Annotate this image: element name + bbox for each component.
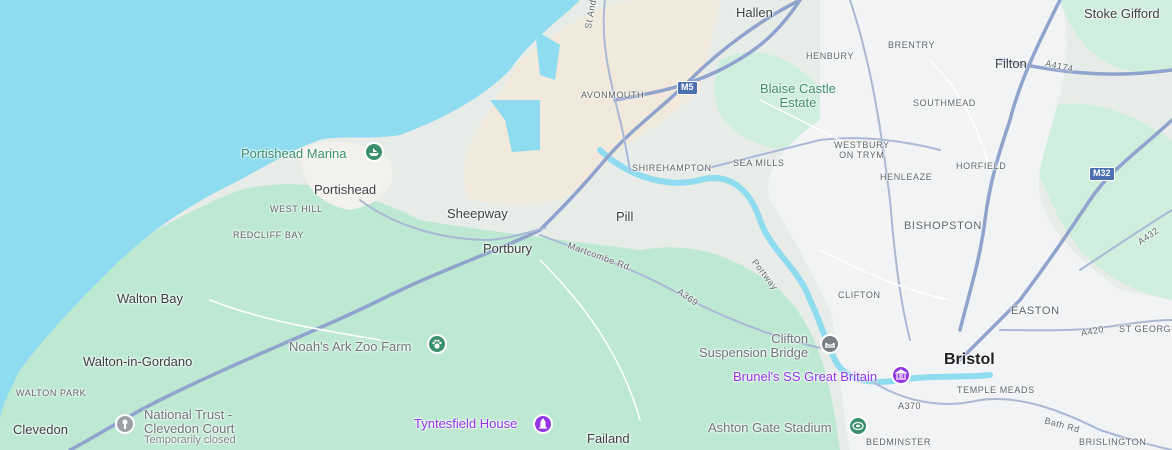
place-southmead: SOUTHMEAD <box>913 98 976 108</box>
place-avonmouth: AVONMOUTH <box>581 90 645 100</box>
poi-blaise-castle-label[interactable]: Blaise Castle Estate <box>760 82 836 109</box>
place-westbury-on-trym: WESTBURY ON TRYM <box>834 140 890 160</box>
place-walton-in-gordano: Walton-in-Gordano <box>83 354 193 369</box>
place-pill: Pill <box>616 209 634 224</box>
place-brislington: BRISLINGTON <box>1079 437 1147 447</box>
map-canvas[interactable]: Hallen Stoke Gifford Filton HENBURY BREN… <box>0 0 1172 450</box>
place-henleaze: HENLEAZE <box>880 172 933 182</box>
place-st-george: ST GEORGE <box>1119 324 1172 334</box>
museum-icon[interactable] <box>891 365 911 385</box>
place-portishead: Portishead <box>314 182 377 197</box>
poi-clifton-bridge-label[interactable]: Clifton Suspension Bridge <box>699 332 808 359</box>
road-a370: A370 <box>898 401 922 411</box>
place-temple-meads: TEMPLE MEADS <box>957 385 1035 395</box>
place-sheepway: Sheepway <box>447 206 508 221</box>
poi-ss-great-britain-label[interactable]: Brunel's SS Great Britain <box>733 370 877 383</box>
motorway-shield-m32: M32 <box>1089 167 1115 181</box>
poi-portishead-marina-label[interactable]: Portishead Marina <box>241 147 347 160</box>
paw-icon[interactable] <box>427 334 447 354</box>
boat-icon[interactable] <box>364 142 384 162</box>
motorway-shield-m5: M5 <box>677 81 698 95</box>
place-stoke-gifford: Stoke Gifford <box>1084 6 1160 21</box>
place-bishopston: BISHOPSTON <box>904 220 982 232</box>
place-filton: Filton <box>995 56 1027 71</box>
bridge-icon[interactable] <box>820 334 840 354</box>
place-walton-bay: Walton Bay <box>117 291 183 306</box>
poi-noahs-ark-label[interactable]: Noah's Ark Zoo Farm <box>289 340 411 353</box>
place-clevedon: Clevedon <box>13 422 68 437</box>
place-sea-mills: SEA MILLS <box>733 158 785 168</box>
place-brentry: BRENTRY <box>888 40 936 50</box>
place-failand: Failand <box>587 431 630 446</box>
place-portbury: Portbury <box>483 241 533 256</box>
place-shirehampton: SHIREHAMPTON <box>632 163 712 173</box>
poi-national-trust-status: Temporarily closed <box>144 434 236 446</box>
place-bristol: Bristol <box>944 351 995 368</box>
place-henbury: HENBURY <box>806 51 855 61</box>
national-trust-icon[interactable] <box>115 414 135 434</box>
place-west-hill: WEST HILL <box>270 204 323 214</box>
place-walton-park: WALTON PARK <box>16 388 87 398</box>
stadium-icon[interactable] <box>848 416 868 436</box>
poi-ashton-gate-label[interactable]: Ashton Gate Stadium <box>708 421 832 434</box>
place-clifton: CLIFTON <box>838 290 881 300</box>
poi-national-trust-label[interactable]: National Trust - Clevedon Court <box>144 408 234 435</box>
landmark-icon[interactable] <box>533 414 553 434</box>
place-bedminster: BEDMINSTER <box>866 437 932 447</box>
poi-tyntesfield-label[interactable]: Tyntesfield House <box>414 417 517 430</box>
place-hallen: Hallen <box>736 5 773 20</box>
place-horfield: HORFIELD <box>956 161 1007 171</box>
place-redcliff-bay: REDCLIFF BAY <box>233 230 305 240</box>
place-easton: EASTON <box>1011 305 1060 317</box>
